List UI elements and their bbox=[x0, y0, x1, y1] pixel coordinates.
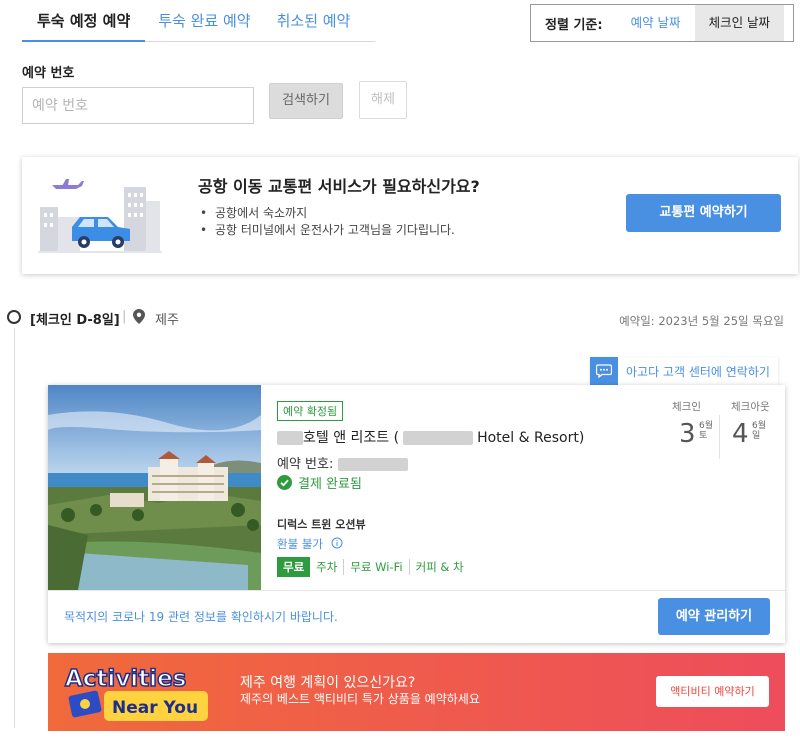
activities-subtitle: 제주의 베스트 액티비티 특가 상품을 예약하세요 bbox=[240, 692, 480, 706]
logo-line-1: Activities bbox=[65, 666, 186, 692]
tab-upcoming[interactable]: 투숙 예정 예약 bbox=[22, 0, 146, 42]
transfer-title: 공항 이동 교통편 서비스가 필요하신가요? bbox=[198, 177, 480, 196]
airport-transfer-illustration bbox=[38, 179, 162, 253]
room-type: 디럭스 트윈 오션뷰 bbox=[277, 518, 366, 531]
checkin-weekday: 토 bbox=[699, 431, 708, 441]
transfer-bullet: 공항에서 숙소까지 bbox=[200, 205, 500, 222]
checkin-month: 6월 bbox=[699, 421, 714, 431]
checkin-month-weekday: 6월 토 bbox=[699, 421, 713, 441]
checkout-weekday: 일 bbox=[752, 431, 761, 441]
book-activities-button[interactable]: 액티비티 예약하기 bbox=[656, 676, 769, 707]
checkin-day: 3 bbox=[679, 419, 696, 449]
chat-icon bbox=[590, 357, 618, 385]
activities-title: 제주 여행 계획이 있으신가요? bbox=[240, 675, 416, 691]
contact-support-link[interactable]: 아고다 고객 센터에 연락하기 bbox=[590, 357, 778, 385]
timeline-separator: | bbox=[122, 309, 127, 324]
card-divider bbox=[48, 590, 785, 591]
redacted-reservation-number bbox=[337, 458, 408, 471]
check-circle-icon bbox=[277, 475, 292, 490]
search-button[interactable]: 검색하기 bbox=[269, 83, 343, 119]
checkout-day: 4 bbox=[732, 419, 749, 449]
activities-banner[interactable]: Activities Near You 제주 여행 계획이 있으신가요? 제주의… bbox=[48, 653, 785, 731]
reservation-number-label: 예약 번호: bbox=[277, 457, 334, 472]
checkout-month-weekday: 6월 일 bbox=[752, 421, 766, 441]
covid-notice-link[interactable]: 목적지의 코로나 19 관련 정보를 확인하시기 바랍니다. bbox=[64, 608, 338, 625]
logo-line-2: Near You bbox=[112, 698, 198, 718]
refund-policy[interactable]: 환불 불가 bbox=[277, 536, 343, 552]
reservation-number-input[interactable] bbox=[22, 87, 254, 124]
booking-card: 예약 확정됨 호텔 앤 리조트 (Hotel & Resort) 예약 번호: … bbox=[48, 385, 785, 643]
location-pin-icon bbox=[133, 309, 145, 324]
tab-cancelled[interactable]: 취소된 예약 bbox=[264, 0, 364, 42]
booking-confirmed-badge: 예약 확정됨 bbox=[277, 401, 344, 421]
transfer-bullet-list: 공항에서 숙소까지 공항 터미널에서 운전사가 고객님을 기다립니다. bbox=[200, 205, 500, 239]
checkin-label: 체크인 bbox=[672, 401, 701, 413]
destination-city: 제주 bbox=[155, 313, 179, 328]
amenity-item: 주차 bbox=[316, 560, 338, 574]
hotel-name-ko: 호텔 앤 리조트 ( bbox=[303, 430, 400, 446]
timeline-line bbox=[14, 328, 15, 728]
reservation-tabs: 투숙 예정 예약 투숙 완료 예약 취소된 예약 bbox=[22, 0, 375, 42]
reservation-number-row: 예약 번호: bbox=[277, 453, 408, 472]
tab-completed[interactable]: 투숙 완료 예약 bbox=[145, 0, 263, 42]
timeline-dot bbox=[7, 310, 21, 324]
checkin-countdown: [체크인 D-8일] bbox=[30, 313, 120, 328]
hotel-photo[interactable] bbox=[48, 385, 261, 590]
airport-transfer-banner: 공항 이동 교통편 서비스가 필요하신가요? 공항에서 숙소까지 공항 터미널에… bbox=[22, 157, 798, 274]
info-icon bbox=[331, 537, 343, 549]
clear-button[interactable]: 해제 bbox=[359, 81, 407, 119]
hotel-name[interactable]: 호텔 앤 리조트 ( Hotel & Resort) bbox=[277, 427, 584, 447]
sort-by-booking-date[interactable]: 예약 날짜 bbox=[617, 5, 695, 41]
reservation-number-label: 예약 번호 bbox=[22, 66, 75, 81]
date-divider bbox=[719, 415, 720, 459]
sort-label: 정렬 기준: bbox=[545, 17, 603, 33]
redacted-text bbox=[277, 431, 303, 445]
redacted-text bbox=[403, 431, 474, 445]
hotel-name-en: Hotel & Resort) bbox=[477, 430, 585, 446]
book-transfer-button[interactable]: 교통편 예약하기 bbox=[626, 194, 781, 232]
free-badge: 무료 bbox=[277, 557, 311, 577]
amenities-list: 무료 주차 무료 Wi-Fi 커피 & 차 bbox=[277, 557, 470, 577]
payment-status-label: 결제 완료됨 bbox=[298, 477, 362, 492]
booking-date: 예약일: 2023년 5월 25일 목요일 bbox=[619, 314, 784, 328]
activities-logo: Activities Near You bbox=[64, 665, 208, 721]
amenity-item: 커피 & 차 bbox=[408, 559, 470, 575]
refund-policy-label: 환불 불가 bbox=[277, 537, 323, 551]
sort-by-checkin-date[interactable]: 체크인 날짜 bbox=[694, 5, 785, 41]
payment-status: 결제 완료됨 bbox=[277, 473, 362, 492]
amenity-item: 무료 Wi-Fi bbox=[343, 559, 408, 575]
transfer-bullet: 공항 터미널에서 운전사가 고객님을 기다립니다. bbox=[200, 222, 500, 239]
contact-support-label: 아고다 고객 센터에 연락하기 bbox=[626, 364, 770, 379]
manage-booking-button[interactable]: 예약 관리하기 bbox=[658, 598, 770, 635]
checkout-label: 체크아웃 bbox=[731, 401, 770, 413]
sort-control: 정렬 기준: 예약 날짜 체크인 날짜 bbox=[530, 4, 794, 42]
checkout-month: 6월 bbox=[752, 421, 767, 431]
